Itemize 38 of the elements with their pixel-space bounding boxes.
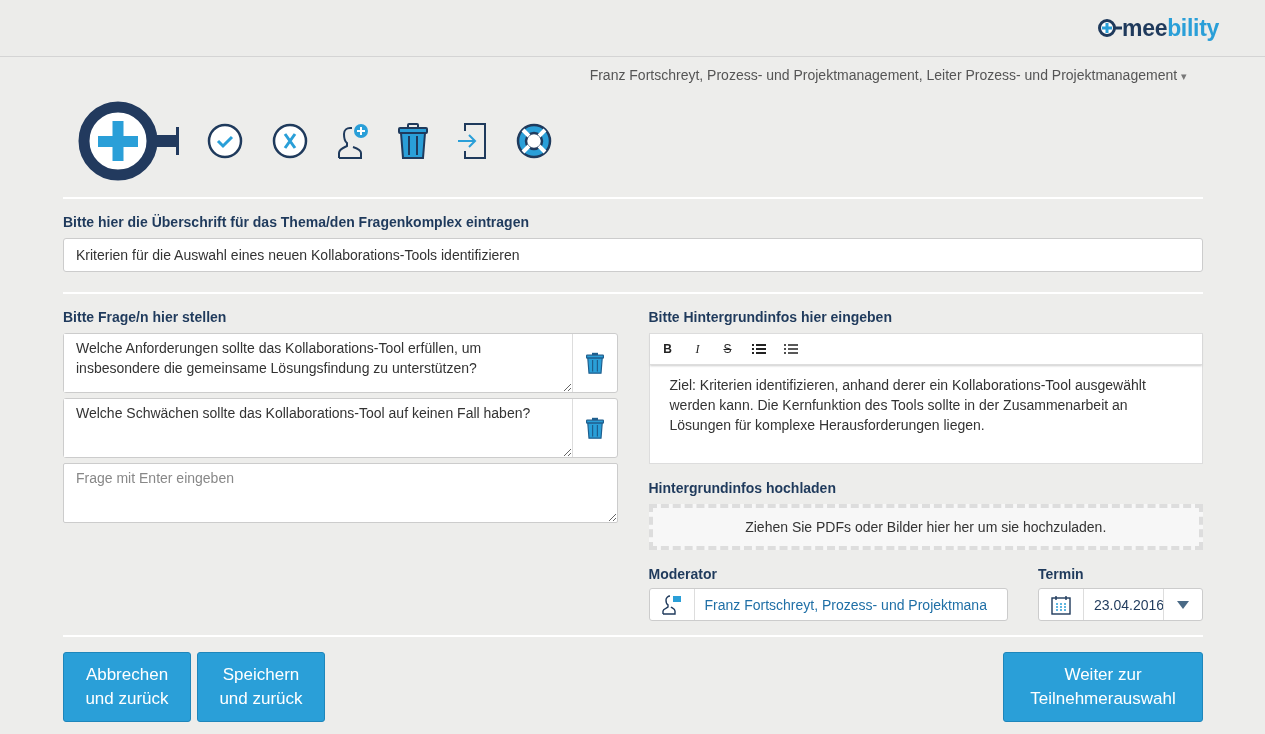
cancel-icon[interactable] bbox=[272, 123, 308, 159]
text-editor[interactable] bbox=[648, 333, 1203, 464]
user-menu[interactable]: Franz Fortschreyt, Prozess- und Projektmanagement, Leiter Prozess- und Projektmanagement ▾ bbox=[589, 67, 1187, 83]
strikethrough-button[interactable]: S bbox=[721, 342, 734, 356]
bold-button[interactable]: B bbox=[661, 342, 674, 356]
bullet-list-icon[interactable] bbox=[751, 344, 766, 354]
moderator-field[interactable]: Franz Fortschreyt, Prozess- und Projektmana bbox=[648, 588, 1008, 621]
dropdown-icon[interactable] bbox=[1177, 600, 1189, 609]
title-input[interactable]: Kriterien für die Auswahl eines neuen Kollaborations-Tools identifizieren bbox=[63, 238, 1203, 272]
field-label: Bitte hier die Überschrift für das Thema/den Fragenkomplex eintragen bbox=[63, 214, 530, 230]
add-icon[interactable] bbox=[78, 101, 182, 181]
upload-hint: Ziehen Sie PDFs oder Bilder hier her um sie hochzuladen. bbox=[745, 519, 1107, 535]
field-label: Bitte Hintergrundinfos hier eingeben bbox=[648, 309, 893, 325]
upload-dropzone[interactable]: Ziehen Sie PDFs oder Bilder hier her um sie hochzuladen. bbox=[648, 504, 1203, 550]
new-question-input[interactable]: Frage mit Enter eingeben bbox=[63, 463, 618, 523]
lifebuoy-icon[interactable] bbox=[516, 123, 552, 159]
editor-text: Ziel: Kriterien identifizieren, anhand derer ein Kollaborations-Tool ausgewählt werden kann. Die Kernfunktion des Tools sollte in der Zusammenarbeit an Lösungen für komplexe Herausforderungen liegen. bbox=[668, 376, 1147, 435]
field-label: Bitte Frage/n hier stellen bbox=[63, 309, 228, 325]
italic-button[interactable]: I bbox=[691, 341, 704, 357]
exit-icon[interactable] bbox=[457, 123, 487, 159]
add-person-icon[interactable] bbox=[337, 123, 369, 159]
field-label: Termin bbox=[1038, 566, 1085, 582]
question-field[interactable]: Welche Schwächen sollte das Kollaborations-Tool auf keinen Fall haben? bbox=[63, 398, 618, 458]
moderator-value: Franz Fortschreyt, Prozess- und Projektmana bbox=[703, 595, 988, 615]
moderator-icon bbox=[661, 594, 682, 615]
trash-icon[interactable] bbox=[585, 417, 604, 439]
trash-icon[interactable] bbox=[585, 352, 604, 374]
trash-icon[interactable] bbox=[398, 123, 428, 159]
date-value: 23.04.2016 bbox=[1093, 595, 1163, 615]
check-icon[interactable] bbox=[207, 123, 243, 159]
field-label: Hintergrundinfos hochladen bbox=[648, 480, 837, 496]
calendar-icon bbox=[1051, 594, 1071, 615]
date-field[interactable]: 23.04.2016 bbox=[1038, 588, 1203, 621]
logo-icon bbox=[1098, 18, 1122, 38]
field-label: Moderator bbox=[648, 566, 718, 582]
question-field[interactable]: Welche Anforderungen sollte das Kollaborations-Tool erfüllen, um insbesondere die gemeinsame Lösungsfindung zu unterstützen? bbox=[63, 333, 618, 393]
logo-text: meebility bbox=[1122, 14, 1219, 42]
numbered-list-icon[interactable] bbox=[783, 344, 798, 354]
